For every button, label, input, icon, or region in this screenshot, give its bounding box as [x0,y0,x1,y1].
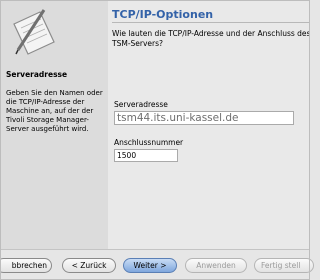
server-address-input[interactable]: tsm44.its.uni-kassel.de [114,111,294,125]
page-title: TCP/IP-Optionen [112,8,214,21]
title-divider [112,22,310,23]
button-bar-divider [0,249,310,250]
server-address-label: Serveradresse [114,100,168,109]
next-button[interactable]: Weiter > [123,258,177,273]
back-button[interactable]: < Zurück [62,258,116,273]
document-pen-icon [13,9,55,55]
apply-button[interactable]: Anwenden [185,258,247,273]
sidebar-help-text: Geben Sie den Namen oder die TCP/IP-Adre… [6,89,103,133]
main-panel: TCP/IP-Optionen Wie lauten die TCP/IP-Ad… [108,0,310,249]
cancel-button[interactable]: bbrechen [0,258,52,273]
assistant-sidebar: Serveradresse Geben Sie den Namen oder d… [0,0,108,249]
port-number-input[interactable]: 1500 [114,149,178,162]
question-text: Wie lauten die TCP/IP-Adresse und der An… [112,29,311,48]
finish-button[interactable]: Fertig stell [254,258,314,273]
port-number-label: Anschlussnummer [114,138,184,147]
sidebar-section-title: Serveradresse [6,70,68,79]
